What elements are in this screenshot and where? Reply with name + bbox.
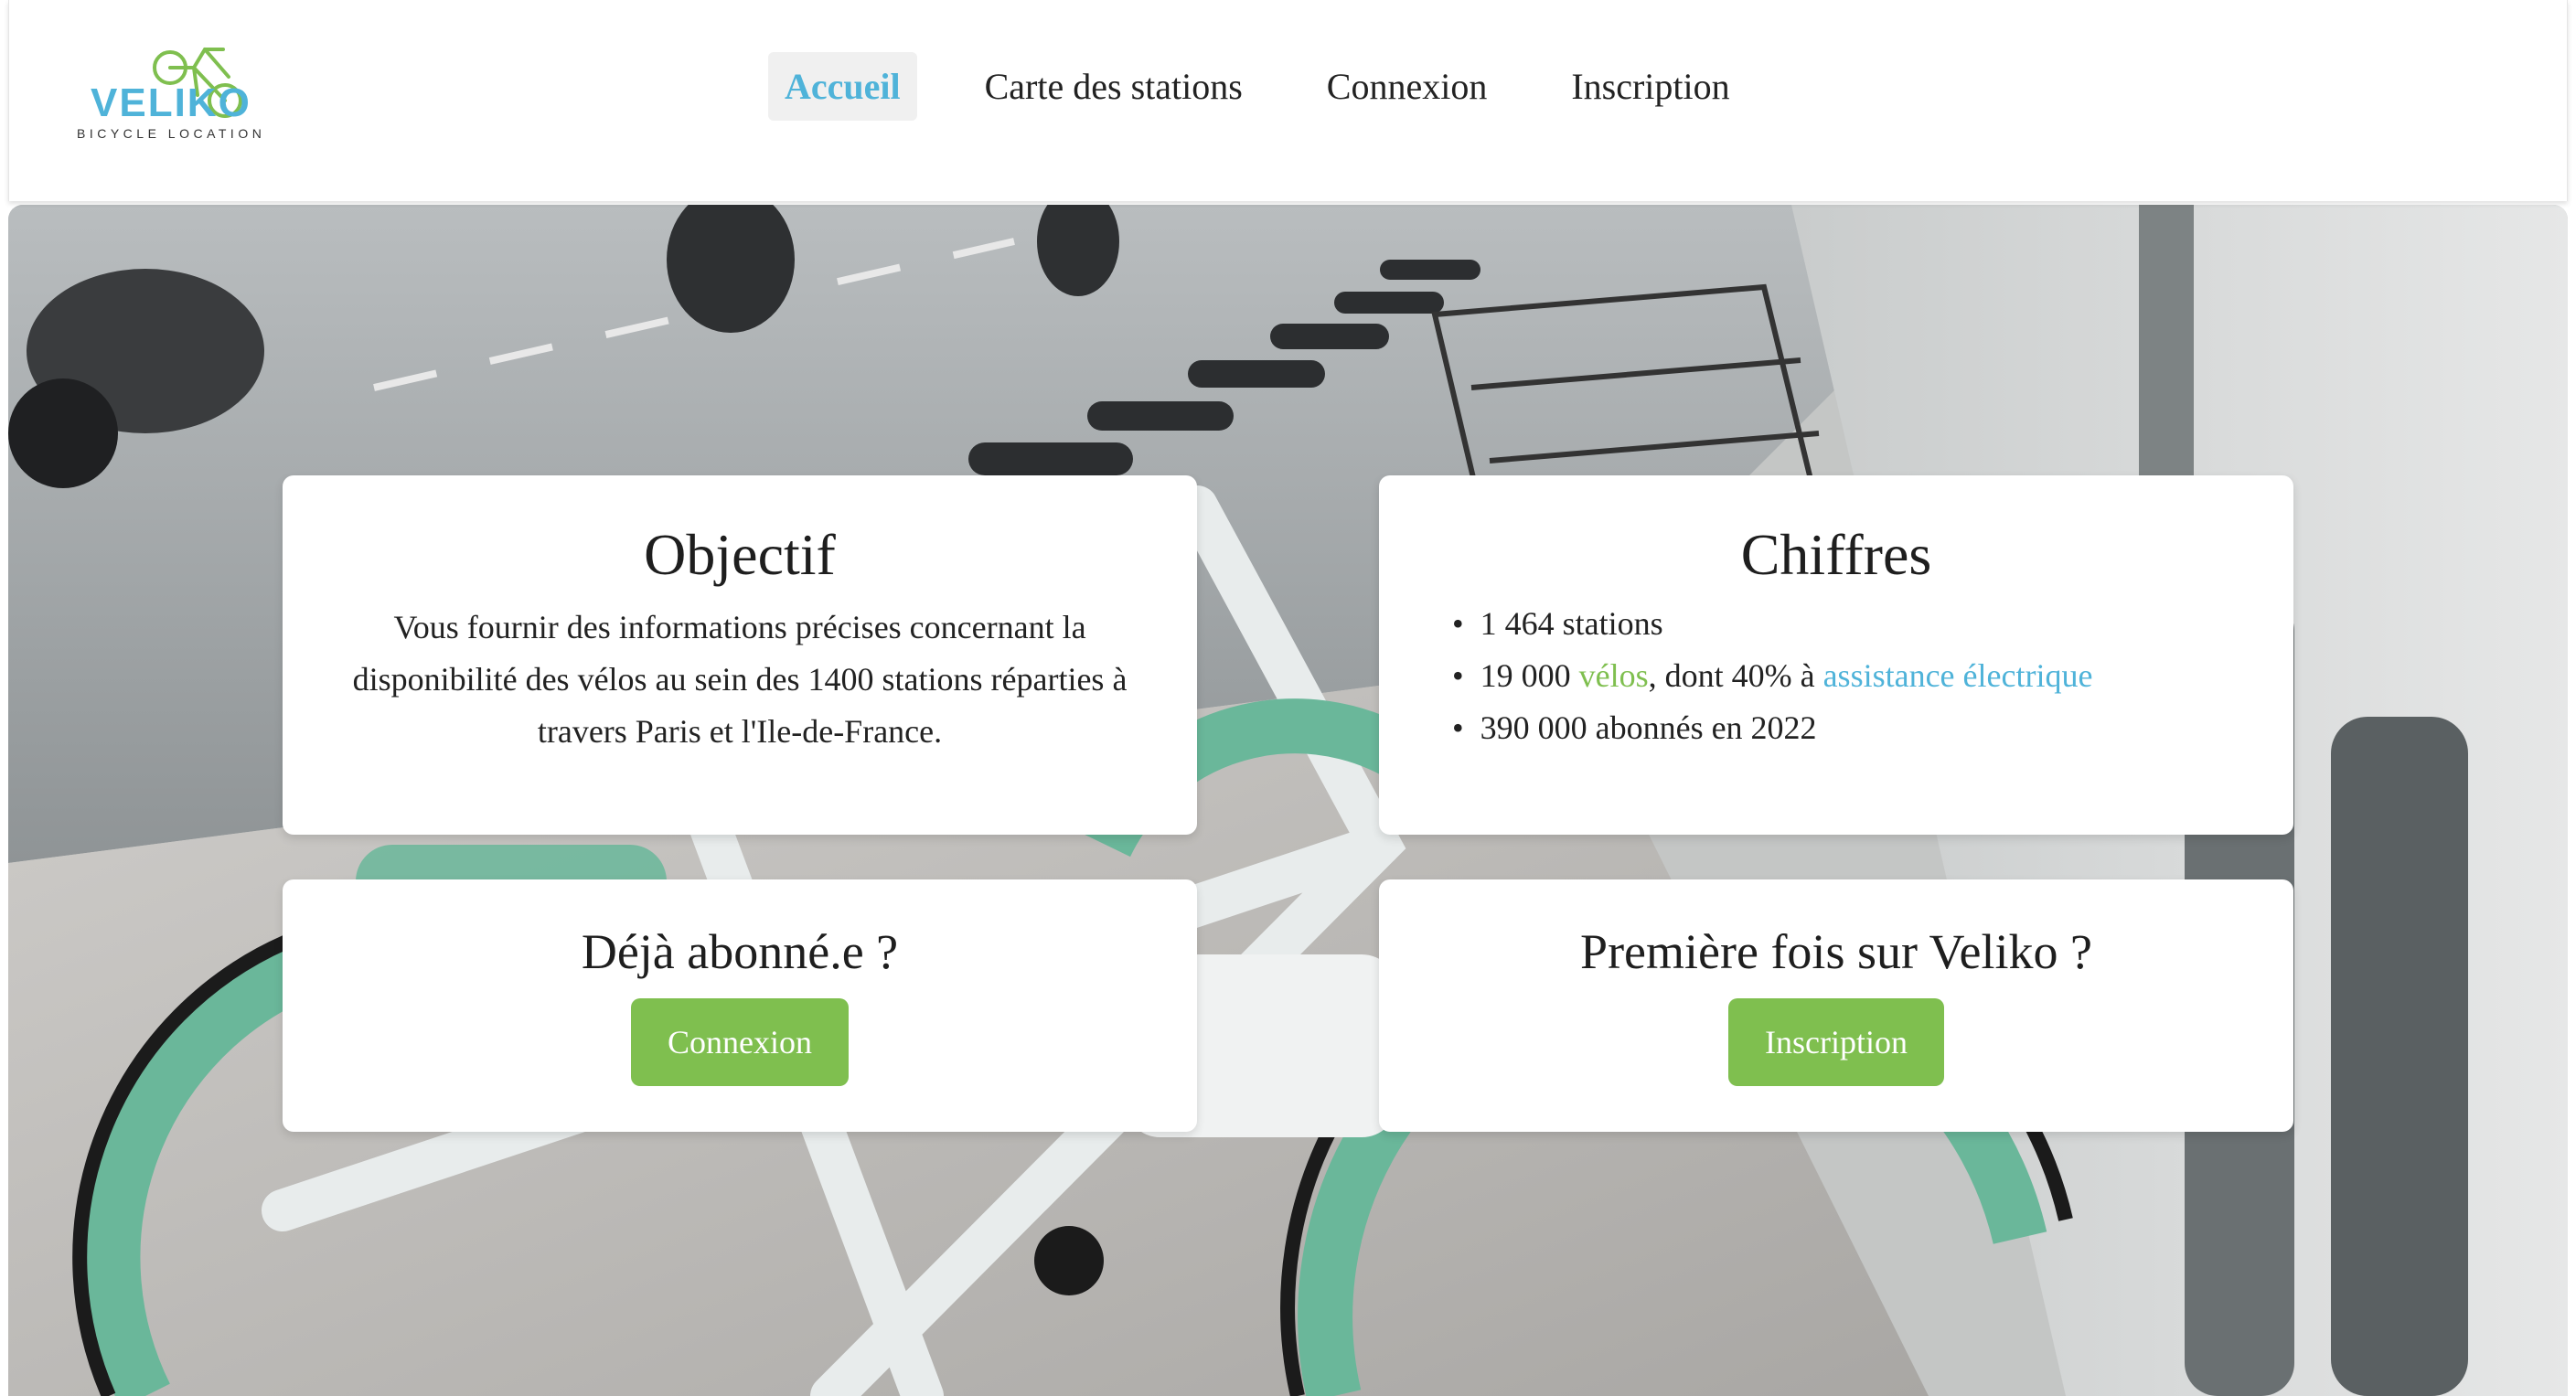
veliko-logo[interactable]: VELIKO BICYCLE LOCATION [69, 37, 271, 146]
chiffres-title: Chiffres [1740, 522, 1932, 587]
nav-item-connexion[interactable]: Connexion [1310, 52, 1504, 121]
assistance-electrique-highlight: assistance électrique [1822, 657, 2093, 694]
premiere-fois-card: Première fois sur Veliko ? Inscription [1379, 879, 2293, 1132]
premiere-fois-title: Première fois sur Veliko ? [1580, 924, 2092, 979]
objectif-text: Vous fournir des informations précises c… [352, 609, 1128, 750]
logo-tagline: BICYCLE LOCATION [77, 126, 266, 141]
nav-item-inscription[interactable]: Inscription [1555, 52, 1746, 121]
objectif-card: Objectif Vous fournir des informations p… [283, 475, 1197, 835]
list-item-stations: 1 464 stations [1452, 598, 2293, 650]
nav-item-carte-des-stations[interactable]: Carte des stations [968, 52, 1259, 121]
velos-highlight: vélos [1578, 657, 1649, 694]
site-header: VELIKO BICYCLE LOCATION Accueil Carte de… [8, 0, 2568, 201]
list-item-velos: 19 000 vélos, dont 40% à assistance élec… [1452, 650, 2293, 702]
connexion-button[interactable]: Connexion [631, 998, 849, 1086]
inscription-button[interactable]: Inscription [1728, 998, 1944, 1086]
nav-item-accueil[interactable]: Accueil [768, 51, 917, 121]
main-nav: Accueil Carte des stations Connexion Ins… [768, 48, 1798, 123]
list-item-abonnes: 390 000 abonnés en 2022 [1452, 702, 2293, 754]
deja-abonne-card: Déjà abonné.e ? Connexion [283, 879, 1197, 1132]
chiffres-card: Chiffres 1 464 stations 19 000 vélos, do… [1379, 475, 2293, 835]
chiffres-list: 1 464 stations 19 000 vélos, dont 40% à … [1452, 598, 2293, 754]
deja-abonne-title: Déjà abonné.e ? [581, 924, 899, 979]
objectif-title: Objectif [644, 522, 836, 587]
logo-wordmark: VELIKO [91, 80, 251, 125]
